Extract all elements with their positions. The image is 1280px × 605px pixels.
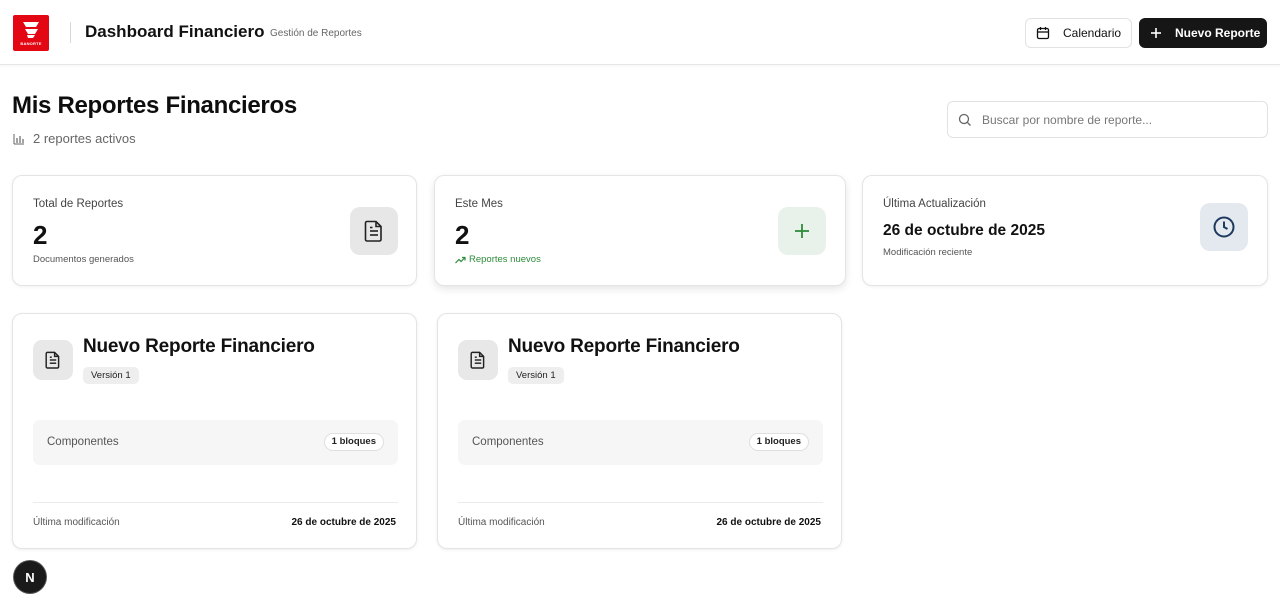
app-title: Dashboard Financiero	[85, 22, 265, 41]
stat-value: 2	[33, 220, 48, 250]
report-card[interactable]: Nuevo Reporte Financiero Versión 1 Compo…	[12, 313, 417, 549]
dev-tools-button[interactable]: N	[14, 561, 46, 593]
stat-value: 2	[455, 220, 470, 250]
document-icon	[364, 220, 382, 242]
plus-icon	[1151, 28, 1161, 38]
version-badge: Versión 1	[83, 367, 139, 384]
components-label: Componentes	[472, 436, 544, 448]
stat-icon-box	[1200, 203, 1248, 251]
stat-note-text: Reportes nuevos	[469, 254, 541, 265]
modified-date: 26 de octubre de 2025	[716, 517, 822, 528]
new-report-button-label: Nuevo Reporte	[1175, 26, 1261, 40]
clock-icon	[1213, 216, 1235, 238]
stat-label: Total de Reportes	[33, 198, 124, 210]
stat-value: 26 de octubre de 2025	[883, 222, 1045, 239]
top-bar: BANORTE Dashboard Financiero Gestión de …	[0, 0, 1280, 65]
components-row: Componentes 1 bloques	[33, 420, 398, 465]
card-divider	[33, 502, 398, 503]
calendar-icon	[1036, 27, 1050, 40]
components-count-badge: 1 bloques	[323, 433, 384, 451]
stat-note: Reportes nuevos	[455, 254, 541, 265]
logo-text: BANORTE	[20, 41, 42, 46]
header-divider	[70, 22, 71, 43]
report-title: Nuevo Reporte Financiero	[83, 336, 315, 357]
card-divider	[458, 502, 823, 503]
app-subtitle: Gestión de Reportes	[270, 28, 362, 39]
search-input[interactable]	[982, 112, 1252, 127]
calendar-button-label: Calendario	[1063, 26, 1122, 40]
stat-icon-box	[778, 207, 826, 255]
version-badge: Versión 1	[508, 367, 564, 384]
modified-label: Última modificación	[33, 517, 120, 528]
trending-up-icon	[455, 256, 466, 263]
active-reports-text: 2 reportes activos	[33, 131, 136, 146]
stat-label: Este Mes	[455, 198, 503, 210]
components-row: Componentes 1 bloques	[458, 420, 823, 465]
document-icon	[470, 351, 485, 369]
new-report-button[interactable]: Nuevo Reporte	[1139, 18, 1267, 48]
search-icon	[958, 113, 971, 126]
bar-chart-icon	[13, 133, 24, 144]
calendar-button[interactable]: Calendario	[1025, 18, 1132, 48]
stat-note: Modificación reciente	[883, 247, 973, 258]
modified-date: 26 de octubre de 2025	[291, 517, 397, 528]
stat-icon-box	[350, 207, 398, 255]
stat-note: Documentos generados	[33, 254, 134, 265]
components-label: Componentes	[47, 436, 119, 448]
report-icon-box	[458, 340, 498, 380]
stat-card-month: Este Mes 2 Reportes nuevos	[434, 175, 846, 286]
logo-mark-icon	[23, 22, 39, 38]
page-title: Mis Reportes Financieros	[12, 92, 297, 119]
document-icon	[45, 351, 60, 369]
stat-card-last-update: Última Actualización 26 de octubre de 20…	[862, 175, 1268, 286]
modified-label: Última modificación	[458, 517, 545, 528]
report-title: Nuevo Reporte Financiero	[508, 336, 740, 357]
banorte-logo[interactable]: BANORTE	[13, 15, 49, 51]
active-reports-count: 2 reportes activos	[13, 131, 136, 146]
stat-label: Última Actualización	[883, 198, 986, 210]
report-card[interactable]: Nuevo Reporte Financiero Versión 1 Compo…	[437, 313, 842, 549]
report-icon-box	[33, 340, 73, 380]
stat-card-total: Total de Reportes 2 Documentos generados	[12, 175, 417, 286]
plus-icon	[795, 224, 809, 238]
search-box[interactable]	[947, 101, 1268, 138]
components-count-badge: 1 bloques	[748, 433, 809, 451]
